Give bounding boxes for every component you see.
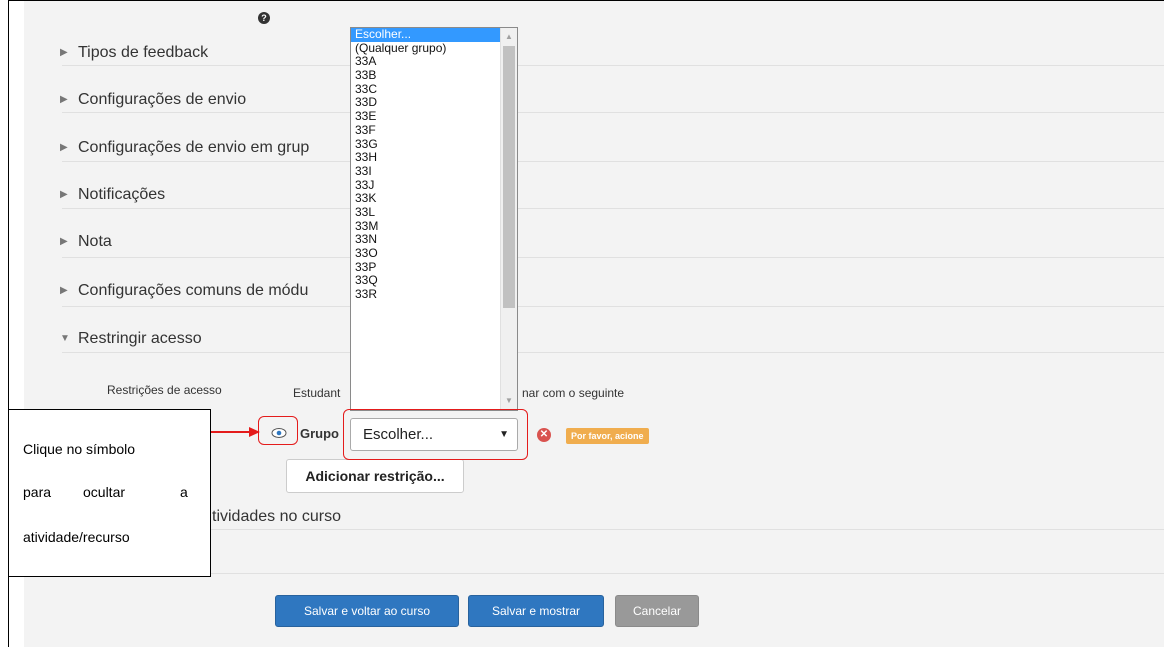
section-envio-grupo[interactable]: ▶ Configurações de envio em grup bbox=[60, 139, 309, 157]
dropdown-options: Escolher... (Qualquer grupo) 33A 33B 33C 33D 3… bbox=[351, 28, 517, 302]
dropdown-option[interactable]: 33E bbox=[351, 109, 517, 124]
save-return-button[interactable]: Salvar e voltar ao curso bbox=[275, 595, 459, 627]
divider bbox=[62, 306, 1164, 307]
dropdown-option[interactable]: 33H bbox=[351, 150, 517, 165]
section-label: Notificações bbox=[78, 186, 166, 203]
section-label: Configurações de envio bbox=[78, 91, 247, 108]
cancel-button[interactable]: Cancelar bbox=[615, 595, 699, 627]
scroll-up-icon[interactable]: ▲ bbox=[501, 29, 517, 45]
group-label: Grupo bbox=[300, 426, 339, 441]
dropdown-option[interactable]: 33K bbox=[351, 192, 517, 206]
dropdown-option[interactable]: 33C bbox=[351, 82, 517, 97]
callout-box: Clique no símbolo para ocultar a ativida… bbox=[8, 409, 211, 577]
collapse-arrow-icon: ▼ bbox=[60, 333, 70, 344]
condition-text: nar com o seguinte bbox=[522, 386, 625, 400]
section-label: Configurações comuns de módu bbox=[78, 282, 309, 299]
callout-line3: atividade/recurso bbox=[23, 529, 130, 545]
divider bbox=[62, 257, 1164, 258]
divider bbox=[62, 352, 1164, 353]
divider bbox=[62, 65, 1164, 66]
section-label: Tipos de feedback bbox=[78, 44, 209, 61]
highlight-select bbox=[343, 409, 528, 460]
divider bbox=[62, 112, 1164, 113]
expand-arrow-icon: ▶ bbox=[60, 236, 68, 247]
section-restringir-acesso[interactable]: ▼ Restringir acesso bbox=[60, 330, 202, 348]
highlight-eye bbox=[258, 416, 298, 445]
divider bbox=[62, 161, 1164, 162]
student-text: Estudant bbox=[293, 386, 341, 400]
expand-arrow-icon: ▶ bbox=[60, 142, 68, 153]
dropdown-option[interactable]: 33Q bbox=[351, 274, 517, 288]
dropdown-option[interactable]: 33D bbox=[351, 96, 517, 110]
section-label: Restringir acesso bbox=[78, 330, 202, 347]
section-configuracoes-envio[interactable]: ▶ Configurações de envio bbox=[60, 91, 246, 109]
pointer-arrow-icon bbox=[211, 427, 260, 437]
divider bbox=[62, 529, 1164, 530]
callout-line2a: para bbox=[23, 484, 52, 500]
warning-badge: Por favor, acione bbox=[566, 428, 649, 444]
dropdown-option[interactable]: 33M bbox=[351, 219, 517, 234]
callout-line2b: ocultar bbox=[83, 484, 126, 500]
section-nota[interactable]: ▶ Nota bbox=[60, 233, 112, 251]
section-notificacoes[interactable]: ▶ Notificações bbox=[60, 186, 165, 204]
section-tipos-feedback[interactable]: ▶ Tipos de feedback bbox=[60, 44, 208, 62]
callout-line2c: a bbox=[180, 484, 188, 500]
dropdown-option[interactable]: 33A bbox=[351, 55, 517, 69]
expand-arrow-icon: ▶ bbox=[60, 94, 68, 105]
dropdown-option[interactable]: 33J bbox=[351, 178, 517, 193]
section-label: Configurações de envio em grup bbox=[78, 139, 310, 156]
divider bbox=[62, 208, 1164, 209]
save-show-button[interactable]: Salvar e mostrar bbox=[468, 595, 604, 627]
expand-arrow-icon: ▶ bbox=[60, 285, 68, 296]
dropdown-option[interactable]: 33L bbox=[351, 205, 517, 220]
scroll-thumb[interactable] bbox=[503, 46, 515, 308]
dropdown-option[interactable]: 33I bbox=[351, 164, 517, 179]
divider bbox=[62, 573, 1164, 574]
dropdown-option[interactable]: Escolher... bbox=[351, 28, 517, 42]
dropdown-option[interactable]: 33G bbox=[351, 137, 517, 152]
scroll-down-icon[interactable]: ▼ bbox=[501, 393, 517, 409]
dropdown-option[interactable]: 33N bbox=[351, 233, 517, 247]
expand-arrow-icon: ▶ bbox=[60, 189, 68, 200]
dropdown-option[interactable]: 33F bbox=[351, 123, 517, 138]
expand-arrow-icon: ▶ bbox=[60, 47, 68, 58]
help-icon[interactable]: ? bbox=[258, 12, 270, 24]
add-restriction-button[interactable]: Adicionar restrição... bbox=[286, 459, 464, 493]
callout-line1: Clique no símbolo bbox=[23, 441, 136, 457]
dropdown-option[interactable]: 33O bbox=[351, 246, 517, 261]
dropdown-option[interactable]: 33P bbox=[351, 260, 517, 275]
dropdown-option[interactable]: 33R bbox=[351, 287, 517, 302]
dropdown-option[interactable]: 33B bbox=[351, 68, 517, 83]
section-configuracoes-comuns[interactable]: ▶ Configurações comuns de módu bbox=[60, 282, 308, 300]
section-label: Nota bbox=[78, 233, 112, 250]
activities-label: tividades no curso bbox=[212, 508, 341, 525]
delete-icon[interactable]: ✕ bbox=[537, 428, 551, 442]
dropdown-option[interactable]: (Qualquer grupo) bbox=[351, 41, 517, 56]
group-dropdown-list[interactable]: Escolher... (Qualquer grupo) 33A 33B 33C 33D 3… bbox=[350, 27, 518, 411]
scrollbar[interactable]: ▲ ▼ bbox=[500, 28, 517, 410]
restrictions-label: Restrições de acesso bbox=[107, 383, 222, 397]
